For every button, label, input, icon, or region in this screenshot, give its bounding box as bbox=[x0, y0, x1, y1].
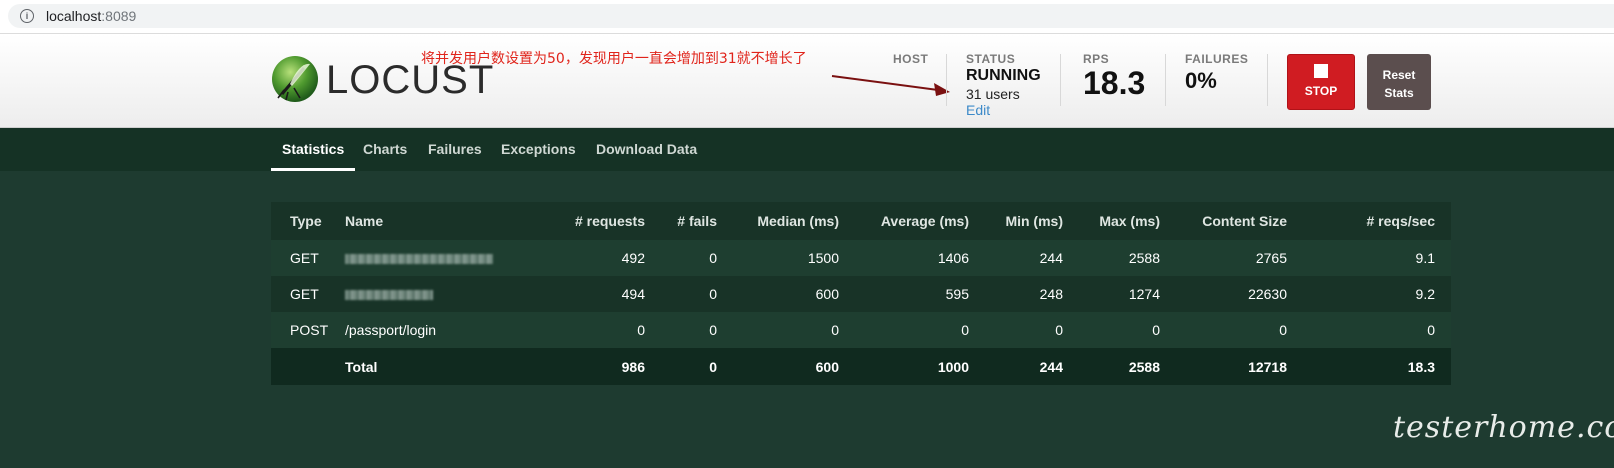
url-host: localhost bbox=[46, 8, 102, 24]
column-header[interactable]: # requests bbox=[543, 202, 661, 240]
table-cell: 0 bbox=[1303, 312, 1451, 348]
browser-address-bar: i localhost :8089 bbox=[0, 0, 1614, 34]
table-cell: 18.3 bbox=[1303, 348, 1451, 385]
failures-stat: FAILURES 0% bbox=[1185, 52, 1248, 94]
tab-failures[interactable]: Failures bbox=[428, 128, 482, 171]
total-label: Total bbox=[343, 348, 543, 385]
table-cell: 494 bbox=[543, 276, 661, 312]
table-cell: 0 bbox=[1176, 312, 1303, 348]
table-cell: 492 bbox=[543, 240, 661, 276]
blurred-name bbox=[345, 254, 493, 265]
column-header[interactable]: Type bbox=[271, 202, 343, 240]
table-cell: 9.1 bbox=[1303, 240, 1451, 276]
edit-link[interactable]: Edit bbox=[966, 102, 1041, 118]
url-field[interactable]: i localhost :8089 bbox=[8, 4, 1614, 28]
total-row: Total 986 0 600 1000 244 2588 12718 18.3 bbox=[271, 348, 1451, 385]
table-row: GET 492 0 1500 1406 244 2588 2765 9.1 bbox=[271, 240, 1451, 276]
table-cell: 244 bbox=[985, 240, 1079, 276]
table-cell: 0 bbox=[1079, 312, 1176, 348]
divider bbox=[946, 54, 947, 106]
table-cell: 2588 bbox=[1079, 240, 1176, 276]
table-cell: 0 bbox=[661, 348, 733, 385]
table-cell: 0 bbox=[661, 312, 733, 348]
name-cell bbox=[343, 240, 543, 276]
table-cell: 244 bbox=[985, 348, 1079, 385]
table-cell: 9.2 bbox=[1303, 276, 1451, 312]
table-cell: 0 bbox=[855, 312, 985, 348]
table-cell: 0 bbox=[543, 312, 661, 348]
annotation-arrow bbox=[831, 75, 950, 96]
column-header[interactable]: # reqs/sec bbox=[1303, 202, 1451, 240]
name-cell bbox=[343, 276, 543, 312]
table-cell: 0 bbox=[733, 312, 855, 348]
reset-stats-button[interactable]: Reset Stats bbox=[1367, 54, 1431, 110]
status-value: RUNNING bbox=[966, 67, 1041, 84]
table-cell: 600 bbox=[733, 348, 855, 385]
column-header[interactable]: Max (ms) bbox=[1079, 202, 1176, 240]
failures-label: FAILURES bbox=[1185, 52, 1249, 66]
table-cell: 2765 bbox=[1176, 240, 1303, 276]
column-header[interactable]: Average (ms) bbox=[855, 202, 985, 240]
stop-button[interactable]: STOP bbox=[1287, 54, 1355, 110]
table-row: POST /passport/login 0 0 0 0 0 0 0 0 bbox=[271, 312, 1451, 348]
tab-exceptions[interactable]: Exceptions bbox=[501, 128, 576, 171]
table-header-row: Type Name # requests # fails Median (ms)… bbox=[271, 202, 1451, 240]
info-icon[interactable]: i bbox=[20, 9, 34, 23]
divider bbox=[1060, 54, 1061, 106]
stop-icon bbox=[1314, 64, 1328, 78]
status-label: STATUS bbox=[966, 52, 1016, 66]
type-cell: GET bbox=[271, 276, 343, 312]
statistics-table: Type Name # requests # fails Median (ms)… bbox=[271, 202, 1451, 385]
status-stat: STATUS RUNNING 31 users Edit bbox=[966, 52, 1041, 118]
rps-label: RPS bbox=[1083, 52, 1110, 66]
locust-logo-icon bbox=[272, 56, 318, 102]
table-cell: 595 bbox=[855, 276, 985, 312]
host-label: HOST bbox=[893, 52, 929, 66]
app-header: LOCUST 将并发用户数设置为50，发现用户一直会增加到31就不增长了 HOS… bbox=[0, 34, 1614, 128]
failures-value: 0% bbox=[1185, 68, 1217, 93]
annotation-text: 将并发用户数设置为50，发现用户一直会增加到31就不增长了 bbox=[421, 51, 807, 67]
table-cell: 986 bbox=[543, 348, 661, 385]
table-row: GET 494 0 600 595 248 1274 22630 9.2 bbox=[271, 276, 1451, 312]
blurred-name bbox=[345, 290, 433, 301]
tab-statistics[interactable]: Statistics bbox=[271, 128, 356, 171]
table-cell: 12718 bbox=[1176, 348, 1303, 385]
column-header[interactable]: # fails bbox=[661, 202, 733, 240]
type-cell bbox=[271, 348, 343, 385]
column-header[interactable]: Content Size bbox=[1176, 202, 1303, 240]
table-cell: 1500 bbox=[733, 240, 855, 276]
table-cell: 1000 bbox=[855, 348, 985, 385]
rps-stat: RPS 18.3 bbox=[1083, 52, 1145, 100]
table-cell: 600 bbox=[733, 276, 855, 312]
name-cell: /passport/login bbox=[343, 312, 543, 348]
tab-bar: Statistics Charts Failures Exceptions Do… bbox=[0, 128, 1614, 171]
divider bbox=[1165, 54, 1166, 106]
table-cell: 0 bbox=[661, 240, 733, 276]
watermark: testerhome.com bbox=[1393, 410, 1614, 445]
user-count: 31 users bbox=[966, 86, 1020, 102]
column-header[interactable]: Name bbox=[343, 202, 543, 240]
table-cell: 1274 bbox=[1079, 276, 1176, 312]
divider bbox=[1267, 54, 1268, 106]
type-cell: POST bbox=[271, 312, 343, 348]
reset-label: Reset bbox=[1382, 68, 1416, 82]
stop-label: STOP bbox=[1304, 84, 1338, 98]
table-cell: 22630 bbox=[1176, 276, 1303, 312]
tab-download-data[interactable]: Download Data bbox=[596, 128, 697, 171]
column-header[interactable]: Min (ms) bbox=[985, 202, 1079, 240]
column-header[interactable]: Median (ms) bbox=[733, 202, 855, 240]
rps-value: 18.3 bbox=[1083, 65, 1146, 101]
table-cell: 0 bbox=[985, 312, 1079, 348]
tab-charts[interactable]: Charts bbox=[363, 128, 407, 171]
url-port: :8089 bbox=[101, 8, 137, 24]
stats-label: Stats bbox=[1384, 86, 1414, 100]
table-cell: 1406 bbox=[855, 240, 985, 276]
table-cell: 248 bbox=[985, 276, 1079, 312]
table-cell: 0 bbox=[661, 276, 733, 312]
host-stat: HOST bbox=[893, 52, 928, 66]
type-cell: GET bbox=[271, 240, 343, 276]
table-cell: 2588 bbox=[1079, 348, 1176, 385]
